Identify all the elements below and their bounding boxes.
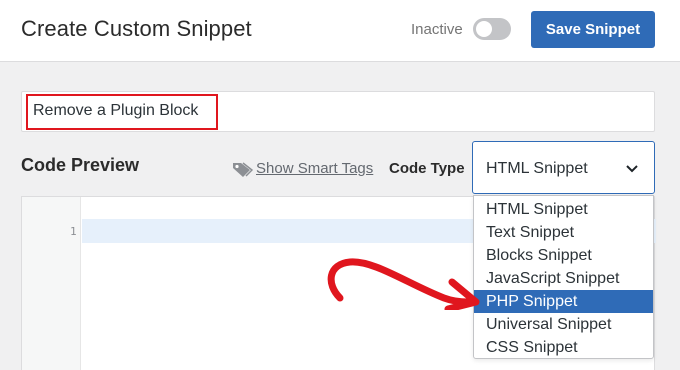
line-number: 1 [70, 225, 77, 238]
option-text-snippet[interactable]: Text Snippet [474, 221, 653, 244]
code-type-selected-value: HTML Snippet [486, 160, 588, 177]
code-type-dropdown: HTML Snippet Text Snippet Blocks Snippet… [473, 195, 654, 359]
snippet-name-value: Remove a Plugin Block [33, 102, 199, 119]
show-smart-tags-link[interactable]: Show Smart Tags [256, 160, 373, 177]
option-css-snippet[interactable]: CSS Snippet [474, 336, 653, 359]
option-blocks-snippet[interactable]: Blocks Snippet [474, 244, 653, 267]
code-type-select[interactable]: HTML Snippet [472, 141, 655, 194]
option-universal-snippet[interactable]: Universal Snippet [474, 313, 653, 336]
option-html-snippet[interactable]: HTML Snippet [474, 198, 653, 221]
page-header: Create Custom Snippet Inactive Save Snip… [0, 0, 680, 62]
chevron-down-icon [626, 165, 638, 173]
tag-icon[interactable] [231, 160, 253, 178]
option-javascript-snippet[interactable]: JavaScript Snippet [474, 267, 653, 290]
option-php-snippet[interactable]: PHP Snippet [474, 290, 653, 313]
annotation-arrow-icon [327, 258, 480, 310]
code-type-label: Code Type [389, 160, 465, 177]
page-title: Create Custom Snippet [21, 16, 252, 41]
active-toggle[interactable] [473, 18, 511, 40]
status-label: Inactive [411, 21, 463, 38]
line-number-gutter: 1 [22, 197, 81, 370]
save-snippet-button[interactable]: Save Snippet [531, 11, 655, 48]
code-preview-title: Code Preview [21, 155, 140, 175]
toggle-knob [476, 21, 492, 37]
